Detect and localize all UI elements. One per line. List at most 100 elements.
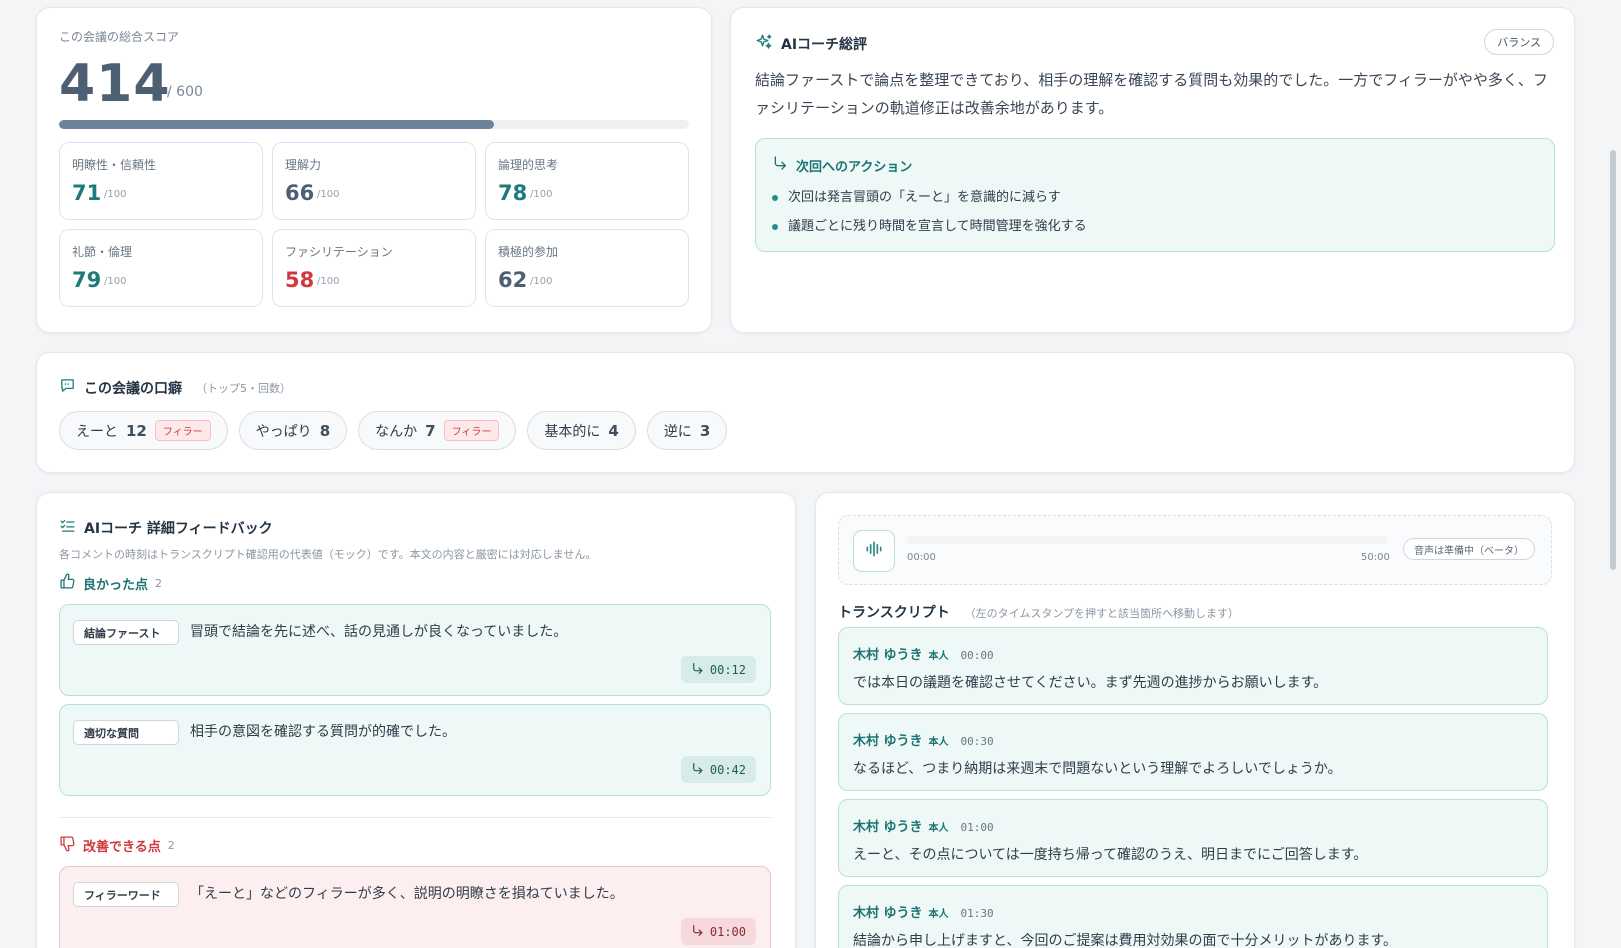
transcript-card: 00:00 50:00 音声は準備中（ベータ） トランスクリプト （左のタイムス…	[815, 492, 1575, 948]
checklist-icon	[59, 517, 76, 538]
metric-value: 66	[285, 181, 315, 205]
metric-max: /100	[317, 189, 340, 200]
metric-label: ファシリテーション	[285, 245, 393, 259]
good-points-count: 2	[155, 577, 163, 590]
bullet-dot	[772, 194, 778, 201]
section-divider	[59, 817, 771, 818]
transcript-title: トランスクリプト	[838, 605, 950, 621]
habit-chip: 逆に 3	[646, 411, 728, 450]
transcript-entry-header: 木村 ゆうき 本人 00:30	[853, 730, 994, 749]
transcript-timestamp[interactable]: 00:30	[961, 735, 994, 748]
habit-word: 基本的に	[544, 423, 601, 440]
transcript-subtitle: （左のタイムスタンプを押すと該当箇所へ移動します）	[964, 607, 1240, 620]
transcript-entry: 木村 ゆうき 本人 00:00 では本日の議題を確認させてください。まず先週の進…	[838, 627, 1548, 705]
next-actions-title-text: 次回へのアクション	[796, 159, 913, 175]
metric-label: 明瞭性・信頼性	[72, 158, 157, 172]
speaker-name: 木村 ゆうき	[853, 734, 923, 749]
good-points-title: 良かった点	[83, 578, 149, 593]
metric-value: 79	[72, 268, 102, 292]
transcript-timestamp[interactable]: 00:00	[961, 649, 994, 662]
ai-coach-summary-text: 結論ファーストで論点を整理できており、相手の理解を確認する質問も効果的でした。一…	[755, 71, 1548, 117]
transcript-entry-header: 木村 ゆうき 本人 01:00	[853, 816, 994, 835]
metric-logical-thinking: 論理的思考 78 /100	[485, 142, 689, 220]
ai-coach-summary-title-text: AIコーチ総評	[781, 37, 868, 53]
balance-badge: バランス	[1484, 29, 1554, 55]
self-label: 本人	[928, 651, 949, 662]
audio-play-button[interactable]	[853, 530, 895, 572]
metric-facilitation: ファシリテーション 58 /100	[272, 229, 476, 307]
feedback-text: 冒頭で結論を先に述べ、話の見通しが良くなっていました。	[190, 624, 568, 640]
audio-start-time: 00:00	[907, 552, 936, 563]
waveform-icon	[864, 539, 884, 563]
timestamp-label: 00:42	[709, 762, 746, 777]
action-item-text: 議題ごとに残り時間を宣言して時間管理を強化する	[788, 219, 1087, 234]
total-score-label: この会議の総合スコア	[59, 30, 180, 44]
return-arrow-icon	[691, 762, 704, 778]
filler-badge: フィラー	[154, 420, 211, 441]
metric-max: /100	[530, 276, 553, 287]
feedback-tag: フィラーワード	[73, 882, 179, 907]
habit-count: 4	[608, 421, 619, 440]
timestamp-jump-button[interactable]: 01:00	[680, 918, 756, 945]
metric-max: /100	[317, 276, 340, 287]
page-scrollbar[interactable]	[1610, 150, 1616, 570]
metric-participation: 積極的参加 62 /100	[485, 229, 689, 307]
self-label: 本人	[928, 909, 949, 920]
transcript-text: えーと、その点については一度持ち帰って確認のうえ、明日までにご回答します。	[853, 847, 1368, 863]
feedback-tag: 適切な質問	[73, 720, 179, 745]
timestamp-jump-button[interactable]: 00:12	[680, 656, 756, 683]
feedback-good-item: 適切な質問 相手の意図を確認する質問が的確でした。 00:42	[59, 704, 771, 796]
habit-count: 3	[699, 421, 711, 440]
transcript-timestamp[interactable]: 01:30	[961, 907, 994, 920]
habit-word: えーと	[76, 423, 118, 440]
action-item: 議題ごとに残り時間を宣言して時間管理を強化する	[772, 212, 1087, 241]
next-actions-box: 次回へのアクション 次回は発言冒頭の「えーと」を意識的に減らす 議題ごとに残り時…	[755, 138, 1555, 252]
audio-player: 00:00 50:00 音声は準備中（ベータ）	[838, 515, 1552, 585]
return-arrow-icon	[691, 662, 704, 678]
detailed-feedback-title: AIコーチ 詳細フィードバック	[59, 517, 273, 538]
timestamp-jump-button[interactable]: 00:42	[680, 756, 756, 783]
habit-word: なんか	[375, 423, 418, 440]
action-item: 次回は発言冒頭の「えーと」を意識的に減らす	[772, 183, 1087, 212]
habit-word: やっぱり	[255, 423, 312, 440]
bullet-dot	[772, 223, 778, 230]
metric-value: 71	[72, 181, 102, 205]
sparkle-icon	[755, 33, 773, 55]
metric-max: /100	[104, 276, 127, 287]
metric-label: 理解力	[285, 158, 322, 172]
speech-bubble-icon	[59, 377, 76, 398]
feedback-text: 相手の意図を確認する質問が的確でした。	[190, 724, 456, 740]
metric-value: 58	[285, 268, 315, 292]
next-actions-list: 次回は発言冒頭の「えーと」を意識的に減らす 議題ごとに残り時間を宣言して時間管理…	[772, 183, 1087, 241]
habit-chip: えーと 12 フィラー	[59, 411, 228, 450]
transcript-entry-header: 木村 ゆうき 本人 00:00	[853, 644, 994, 663]
metric-comprehension: 理解力 66 /100	[272, 142, 476, 220]
transcript-timestamp[interactable]: 01:00	[961, 821, 994, 834]
total-score-bar-fill	[59, 120, 494, 129]
return-arrow-icon	[691, 924, 704, 940]
ai-coach-summary-card: AIコーチ総評 バランス 結論ファーストで論点を整理できており、相手の理解を確認…	[730, 7, 1575, 333]
self-label: 本人	[928, 737, 949, 748]
ai-coach-summary-title: AIコーチ総評	[755, 33, 867, 55]
feedback-good-item: 結論ファースト 冒頭で結論を先に述べ、話の見通しが良くなっていました。 00:1…	[59, 604, 771, 696]
detailed-feedback-title-text: AIコーチ 詳細フィードバック	[84, 520, 273, 537]
detailed-feedback-note: 各コメントの時刻はトランスクリプト確認用の代表値（モック）です。本文の内容と厳密…	[59, 548, 597, 561]
improve-points-heading: 改善できる点 2	[59, 835, 175, 856]
feedback-tag: 結論ファースト	[73, 620, 179, 645]
feedback-text: 「えーと」などのフィラーが多く、説明の明瞭さを損ねていました。	[190, 886, 624, 902]
total-score-bar	[59, 120, 689, 129]
habit-count: 12	[126, 421, 147, 440]
habit-count: 7	[425, 421, 436, 440]
transcript-entry-header: 木村 ゆうき 本人 01:30	[853, 902, 994, 921]
total-score-max: / 600	[167, 84, 203, 100]
return-arrow-icon	[772, 155, 788, 175]
transcript-entry: 木村 ゆうき 本人 00:30 なるほど、つまり納期は来週末で問題ないという理解…	[838, 713, 1548, 791]
audio-end-time: 50:00	[1361, 552, 1390, 563]
habit-chip: やっぱり 8	[238, 411, 348, 450]
self-label: 本人	[928, 823, 949, 834]
metric-label: 論理的思考	[498, 158, 559, 172]
audio-seek-bar[interactable]	[907, 536, 1387, 544]
total-score-value: 414	[59, 54, 171, 114]
metric-label: 積極的参加	[498, 245, 559, 259]
next-actions-title: 次回へのアクション	[772, 155, 912, 175]
